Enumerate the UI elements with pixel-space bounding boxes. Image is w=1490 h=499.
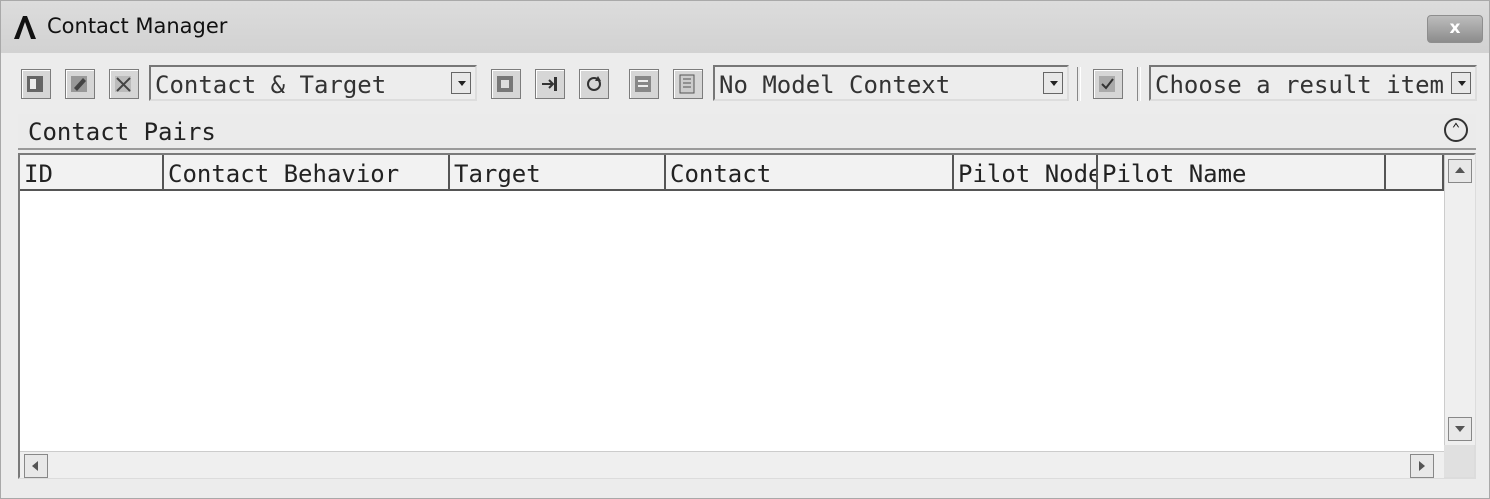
- model-context-select[interactable]: No Model Context: [713, 65, 1069, 101]
- chevron-down-icon[interactable]: [1043, 72, 1063, 94]
- chevron-down-icon[interactable]: [451, 72, 471, 94]
- result-item-select[interactable]: Choose a result item: [1149, 65, 1477, 101]
- edit-contact-button[interactable]: [65, 69, 95, 99]
- scroll-up-icon[interactable]: [1448, 159, 1472, 183]
- edit-contact-icon: [71, 76, 87, 92]
- horizontal-scrollbar[interactable]: [20, 451, 1444, 478]
- flip-icon: [542, 77, 557, 91]
- define-contact-icon: [27, 76, 43, 92]
- select-button[interactable]: [491, 69, 521, 99]
- define-contact-button[interactable]: [21, 69, 51, 99]
- toolbar-separator: [1077, 67, 1081, 101]
- app-logo-icon: [14, 16, 36, 39]
- table-header: ID Contact Behavior Target Contact Pilot…: [20, 155, 1444, 191]
- refresh-icon: [587, 76, 601, 91]
- list-icon: [635, 76, 651, 92]
- select-icon: [497, 76, 513, 92]
- title-bar: Contact Manager x: [1, 1, 1489, 53]
- scrollbar-corner: [1444, 445, 1474, 477]
- column-header-pilot-name[interactable]: Pilot Name: [1098, 155, 1386, 189]
- column-header-contact-behavior[interactable]: Contact Behavior: [164, 155, 450, 189]
- contact-filter-select[interactable]: Contact & Target: [149, 65, 477, 101]
- contact-manager-window: Contact Manager x Contact & Target No Mo…: [0, 0, 1490, 499]
- column-header-blank[interactable]: [1386, 155, 1444, 189]
- check-button[interactable]: [1093, 69, 1123, 99]
- scroll-left-icon[interactable]: [24, 454, 48, 478]
- section-title: Contact Pairs: [28, 118, 216, 146]
- chevron-down-icon[interactable]: [1451, 72, 1471, 94]
- close-button[interactable]: x: [1427, 15, 1483, 43]
- check-icon: [1099, 76, 1115, 92]
- column-header-id[interactable]: ID: [20, 155, 164, 189]
- list-button[interactable]: [629, 69, 659, 99]
- scroll-right-icon[interactable]: [1410, 454, 1434, 478]
- flip-button[interactable]: [535, 69, 565, 99]
- refresh-button[interactable]: [579, 69, 609, 99]
- scroll-down-icon[interactable]: [1448, 417, 1472, 441]
- properties-button[interactable]: [673, 69, 703, 99]
- contact-pairs-table: ID Contact Behavior Target Contact Pilot…: [18, 153, 1476, 479]
- window-title: Contact Manager: [47, 14, 228, 38]
- delete-contact-icon: [115, 76, 131, 92]
- toolbar-separator: [1137, 67, 1141, 101]
- model-context-value: No Model Context: [719, 71, 951, 99]
- properties-icon: [679, 74, 695, 94]
- delete-contact-button[interactable]: [109, 69, 139, 99]
- column-header-contact[interactable]: Contact: [666, 155, 954, 189]
- toolbar: Contact & Target No Model Context Choose…: [1, 59, 1489, 109]
- vertical-scrollbar[interactable]: [1444, 155, 1475, 445]
- column-header-pilot-node[interactable]: Pilot Node: [954, 155, 1098, 189]
- column-header-target[interactable]: Target: [450, 155, 666, 189]
- contact-filter-value: Contact & Target: [155, 71, 387, 99]
- close-icon: x: [1449, 18, 1461, 38]
- result-item-value: Choose a result item: [1155, 71, 1444, 99]
- contact-pairs-header: Contact Pairs ⌃: [18, 114, 1476, 150]
- double-chevron-up-icon[interactable]: ⌃: [1444, 118, 1468, 142]
